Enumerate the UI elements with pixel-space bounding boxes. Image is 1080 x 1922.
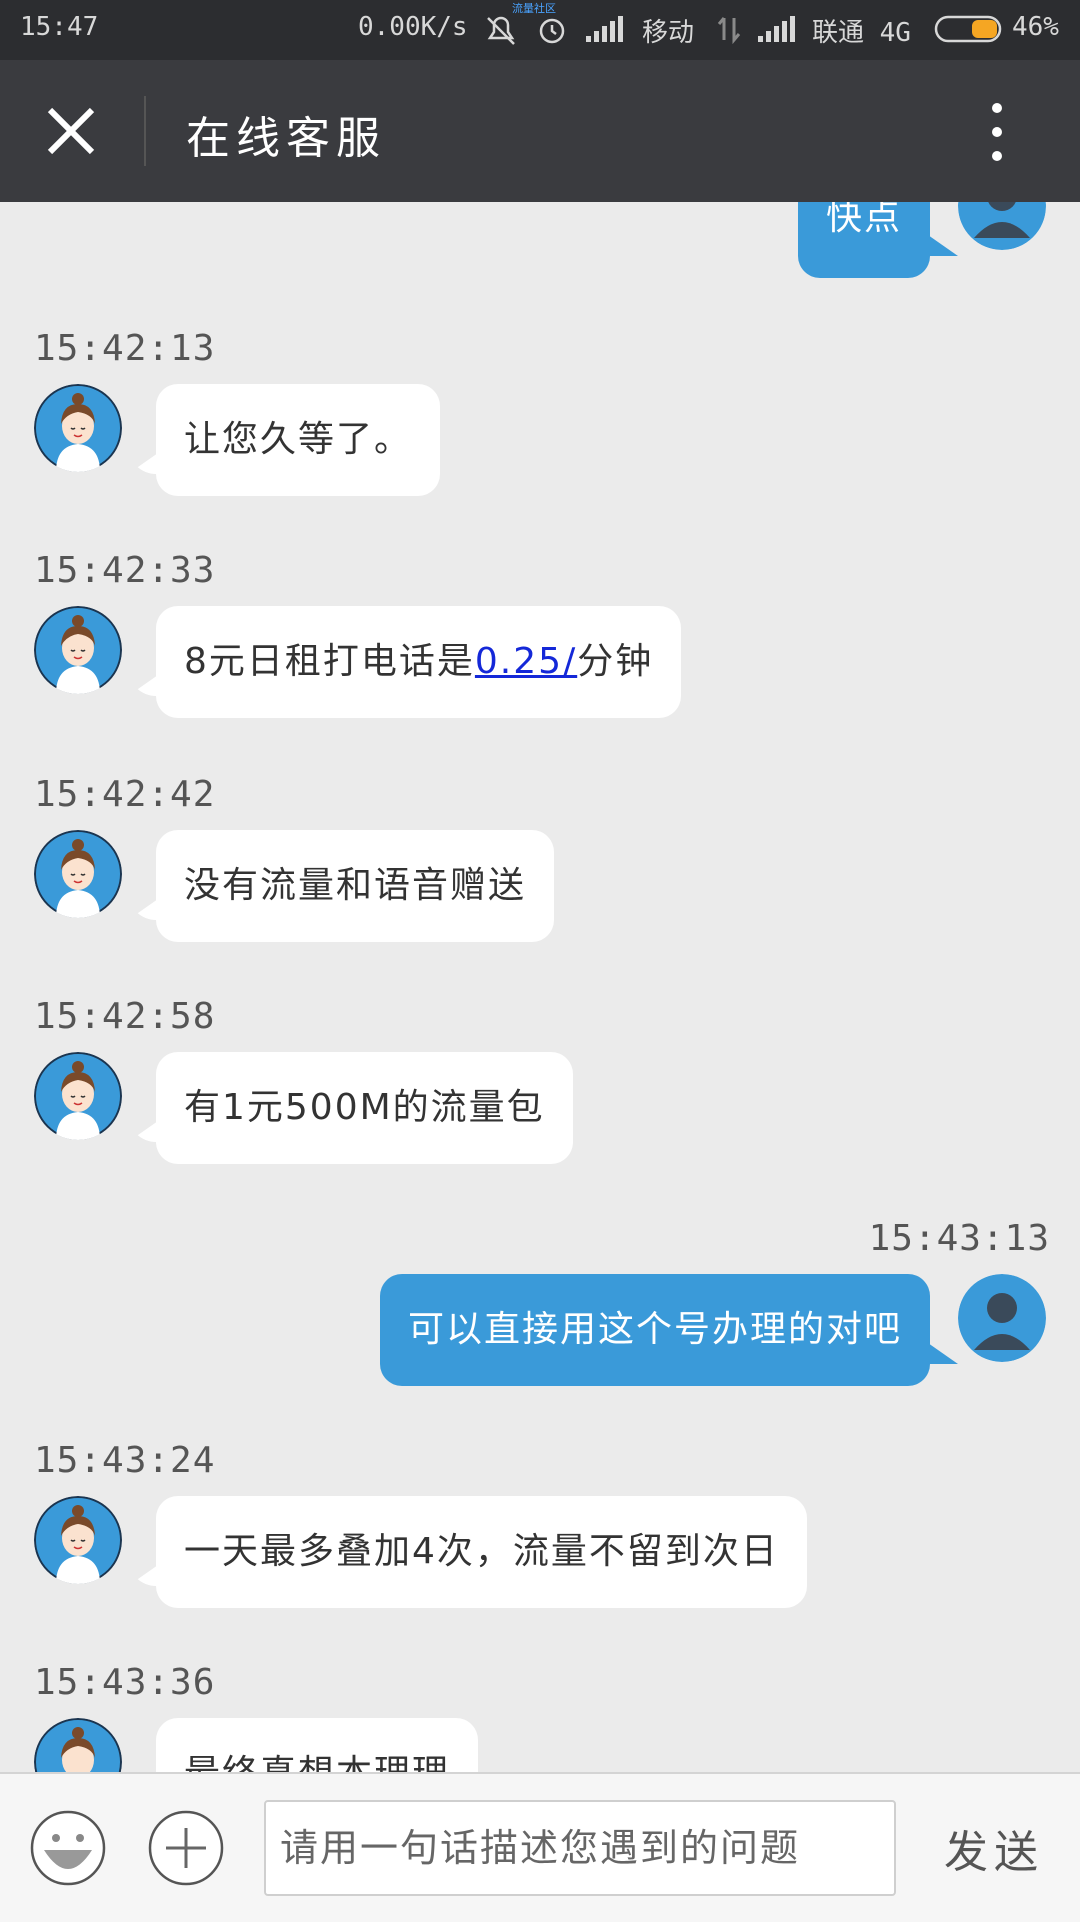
- message-text: 没有流量和语音赠送: [184, 865, 527, 906]
- agent-avatar-icon[interactable]: [34, 1496, 122, 1584]
- status-time: 15:47: [20, 12, 99, 42]
- signal-icon-2: [758, 16, 795, 42]
- message-bubble-user[interactable]: 可以直接用这个号办理的对吧: [379, 1274, 930, 1386]
- more-options-icon[interactable]: [980, 96, 1014, 168]
- battery-icon: [934, 15, 1002, 43]
- message-timestamp: 15:42:42: [34, 774, 216, 815]
- message-timestamp: 15:42:13: [34, 328, 216, 369]
- message-bubble-agent[interactable]: 最终真想本理理: [156, 1718, 479, 1772]
- message-text: 一天最多叠加4次，流量不留到次日: [184, 1531, 779, 1572]
- agent-avatar-icon[interactable]: [34, 384, 122, 472]
- title-bar: 在线客服: [0, 60, 1080, 202]
- data-transfer-icon: [717, 17, 741, 44]
- send-button[interactable]: 发送: [944, 1816, 1044, 1880]
- signal-icon: [586, 16, 623, 42]
- message-text: 可以直接用这个号办理的对吧: [407, 1309, 902, 1350]
- mute-icon: [487, 16, 515, 45]
- message-text: 8元日租打电话是: [184, 641, 475, 682]
- message-text-after: 分钟: [577, 641, 654, 682]
- status-bar: 15:47 0.00K/s 流量社区 移动 联通 4G 46%: [0, 0, 1080, 60]
- message-timestamp: 15:43:13: [868, 1218, 1050, 1259]
- message-timestamp: 15:42:33: [34, 550, 216, 591]
- agent-avatar-icon[interactable]: [34, 830, 122, 918]
- close-icon[interactable]: [34, 94, 108, 168]
- message-bubble-agent[interactable]: 8元日租打电话是0.25/分钟: [156, 606, 682, 718]
- message-bubble-agent[interactable]: 有1元500M的流量包: [156, 1052, 573, 1164]
- chat-message-list[interactable]: 快点 15:42:13 让您久等了。 15:42:33 8元日租打电话是0.25…: [0, 202, 1080, 1772]
- plus-icon[interactable]: [148, 1810, 224, 1886]
- message-input[interactable]: [264, 1800, 896, 1896]
- message-bubble-agent[interactable]: 让您久等了。: [156, 384, 441, 496]
- message-bubble-agent[interactable]: 一天最多叠加4次，流量不留到次日: [156, 1496, 807, 1608]
- message-text: 最终真想本理理: [184, 1753, 450, 1772]
- agent-avatar-icon[interactable]: [34, 606, 122, 694]
- agent-avatar-icon[interactable]: [34, 1052, 122, 1140]
- input-bar: 发送: [0, 1772, 1080, 1922]
- emoji-icon[interactable]: [30, 1810, 106, 1886]
- message-text: 让您久等了。: [184, 419, 413, 460]
- alarm-icon: [539, 18, 565, 44]
- message-timestamp: 15:43:36: [34, 1662, 216, 1703]
- agent-avatar-icon[interactable]: [34, 1718, 122, 1772]
- message-bubble-agent[interactable]: 没有流量和语音赠送: [156, 830, 555, 942]
- message-bubble-user[interactable]: 快点: [797, 202, 930, 278]
- message-text: 快点: [825, 202, 902, 238]
- page-title: 在线客服: [186, 114, 386, 163]
- header-divider: [144, 96, 146, 166]
- message-timestamp: 15:43:24: [34, 1440, 216, 1481]
- status-network-speed: 0.00K/s: [358, 12, 468, 42]
- status-battery-percent: 46%: [1012, 12, 1059, 42]
- message-timestamp: 15:42:58: [34, 996, 216, 1037]
- message-link[interactable]: 0.25/: [475, 641, 577, 682]
- status-carrier-1: 移动: [642, 18, 695, 48]
- status-carrier-2: 联通 4G: [812, 18, 911, 48]
- message-text: 有1元500M的流量包: [184, 1087, 545, 1128]
- user-avatar-icon[interactable]: [958, 1274, 1046, 1362]
- user-avatar-icon[interactable]: [958, 202, 1046, 250]
